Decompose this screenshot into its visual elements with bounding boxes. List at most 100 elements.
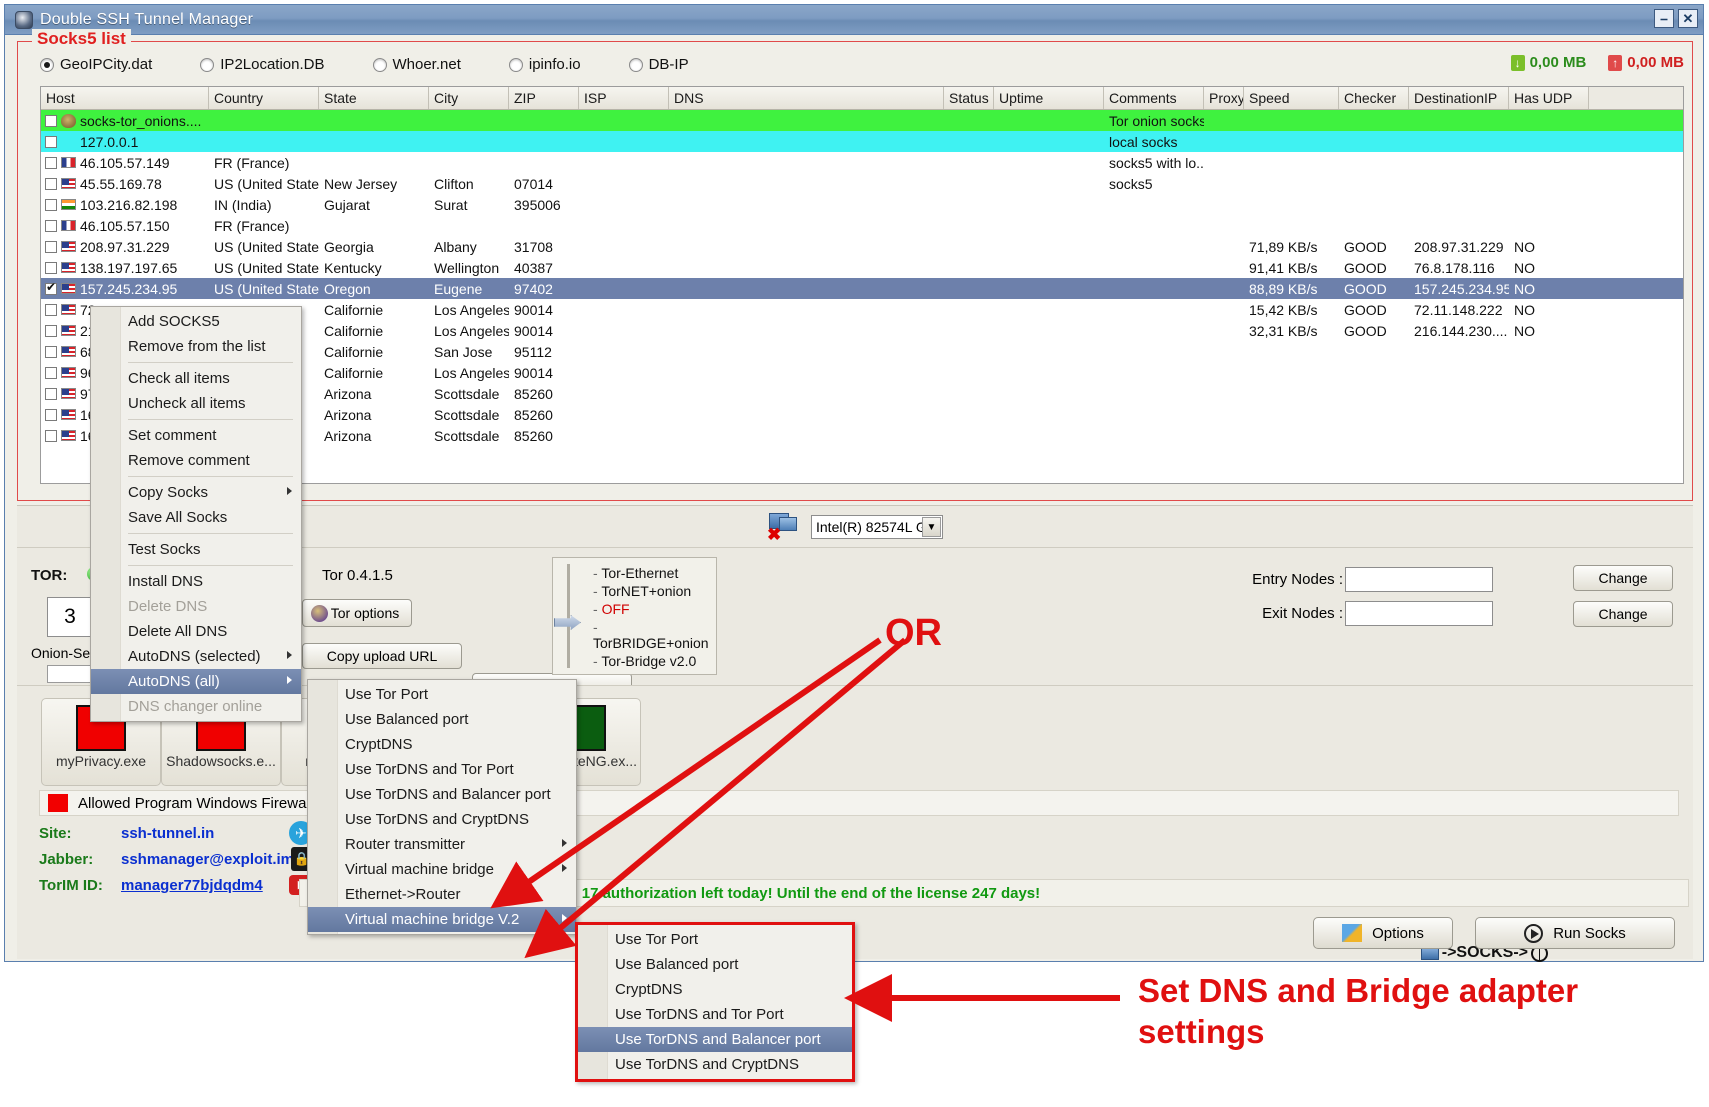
row-checkbox[interactable] [45,198,57,211]
change-exit-nodes-button[interactable]: Change [1573,601,1673,627]
row-checkbox[interactable] [45,240,57,253]
radio-ip2location[interactable]: IP2Location.DB [200,56,325,73]
column-header-status[interactable]: Status [944,87,994,109]
table-row[interactable]: 208.97.31.229 US (United States) Georgia Al… [41,236,1683,257]
menu-item-router-transmitter[interactable]: Router transmitter [308,832,576,857]
column-header-host[interactable]: Host [41,87,209,109]
menu-item-use-tordns-and-tor-port[interactable]: Use TorDNS and Tor Port [578,1002,852,1027]
column-header-destinationip[interactable]: DestinationIP [1409,87,1509,109]
menu-item-delete-all-dns[interactable]: Delete All DNS [91,619,301,644]
onion-count-field[interactable]: 3 [47,597,93,637]
run-socks-button[interactable]: Run Socks [1475,917,1675,949]
flag-icon-us [61,409,76,420]
row-checkbox[interactable] [45,387,57,400]
autodns-all-submenu[interactable]: Use Tor Port Use Balanced port CryptDNS Use… [307,679,577,935]
table-row[interactable]: 127.0.0.1 local socks [41,131,1683,152]
column-header-isp[interactable]: ISP [579,87,669,109]
row-checkbox[interactable] [45,345,57,358]
radio-whoer[interactable]: Whoer.net [372,56,461,73]
menu-item-cryptdns[interactable]: CryptDNS [308,732,576,757]
torim-link[interactable]: manager77bjdqdm4 [121,877,263,894]
menu-item-virtual-machine-bridge-v-2[interactable]: Virtual machine bridge V.2 [308,907,576,932]
column-header-country[interactable]: Country [209,87,319,109]
row-checkbox[interactable] [45,177,57,190]
column-header-comments[interactable]: Comments [1104,87,1204,109]
site-link[interactable]: ssh-tunnel.in [121,825,214,842]
table-row[interactable]: 45.55.169.78 US (United States) New Jersey… [41,173,1683,194]
radio-dbip[interactable]: DB-IP [628,56,689,73]
chevron-down-icon[interactable]: ▼ [922,516,941,537]
menu-item-use-tordns-and-tor-port[interactable]: Use TorDNS and Tor Port [308,757,576,782]
radio-ipinfo[interactable]: ipinfo.io [508,56,581,73]
tor-mode-slider[interactable]: - Tor-Ethernet - TorNET+onion - OFF - TorBR… [552,557,717,675]
socks-context-menu[interactable]: Add SOCKS5 Remove from the list Check all … [90,306,302,722]
row-checkbox[interactable] [45,429,57,442]
row-checkbox[interactable] [45,303,57,316]
table-row[interactable]: 46.105.57.149 FR (France) socks5 with lo..… [41,152,1683,173]
row-checkbox[interactable] [45,219,57,232]
menu-item-add-socks5[interactable]: Add SOCKS5 [91,309,301,334]
tor-mode-tor-ethernet[interactable]: - Tor-Ethernet [567,564,716,582]
tor-options-button[interactable]: Tor options [302,599,412,627]
radio-geoipcity[interactable]: GeoIPCity.dat [40,56,152,73]
close-button[interactable]: ✕ [1678,9,1698,28]
change-entry-nodes-button[interactable]: Change [1573,565,1673,591]
jabber-link[interactable]: sshmanager@exploit.im [121,851,294,868]
menu-item-use-tordns-and-balancer-port[interactable]: Use TorDNS and Balancer port [308,782,576,807]
column-header-state[interactable]: State [319,87,429,109]
menu-item-ethernet-router[interactable]: Ethernet->Router [308,882,576,907]
tor-mode-tor-bridge-v2-0[interactable]: - Tor-Bridge v2.0 [567,652,716,670]
menu-item-use-balanced-port[interactable]: Use Balanced port [308,707,576,732]
table-row[interactable]: 157.245.234.95 US (United States) Oregon Eu… [41,278,1683,299]
exit-nodes-input[interactable] [1345,601,1493,626]
row-checkbox[interactable] [45,324,57,337]
tor-mode-off[interactable]: - OFF [567,600,716,618]
row-checkbox[interactable] [45,156,57,169]
menu-item-autodns-all-[interactable]: AutoDNS (all) [91,669,301,694]
adapter-select[interactable]: Intel(R) 82574L G ▼ [811,514,943,539]
table-row[interactable]: 138.197.197.65 US (United States) Kentucky… [41,257,1683,278]
menu-item-virtual-machine-bridge[interactable]: Virtual machine bridge [308,857,576,882]
menu-item-cryptdns[interactable]: CryptDNS [578,977,852,1002]
menu-item-use-tordns-and-cryptdns[interactable]: Use TorDNS and CryptDNS [308,807,576,832]
menu-item-uncheck-all-items[interactable]: Uncheck all items [91,391,301,416]
menu-item-check-all-items[interactable]: Check all items [91,366,301,391]
options-button[interactable]: Options [1313,917,1453,949]
row-checkbox[interactable] [45,281,57,295]
menu-item-set-comment[interactable]: Set comment [91,423,301,448]
column-header-has-udp[interactable]: Has UDP [1509,87,1589,109]
menu-item-test-socks[interactable]: Test Socks [91,537,301,562]
row-checkbox[interactable] [45,114,57,127]
tor-mode-torbridge-onion[interactable]: - TorBRIDGE+onion [567,618,716,652]
menu-item-copy-socks[interactable]: Copy Socks [91,480,301,505]
menu-item-autodns-selected-[interactable]: AutoDNS (selected) [91,644,301,669]
row-checkbox[interactable] [45,261,57,274]
column-header-zip[interactable]: ZIP [509,87,579,109]
table-row[interactable]: socks-tor_onions.... Tor onion socks [41,110,1683,131]
column-header-uptime[interactable]: Uptime [994,87,1104,109]
menu-item-remove-from-the-list[interactable]: Remove from the list [91,334,301,359]
row-checkbox[interactable] [45,135,57,148]
entry-nodes-input[interactable] [1345,567,1493,592]
row-checkbox[interactable] [45,366,57,379]
tor-mode-tornet-onion[interactable]: - TorNET+onion [567,582,716,600]
table-row[interactable]: 103.216.82.198 IN (India) Gujarat Surat 3950… [41,194,1683,215]
column-header-checker[interactable]: Checker [1339,87,1409,109]
menu-item-use-tor-port[interactable]: Use Tor Port [308,682,576,707]
vm-bridge-v2-submenu[interactable]: Use Tor Port Use Balanced port CryptDNS Use… [575,922,855,1082]
row-checkbox[interactable] [45,408,57,421]
menu-item-use-tordns-and-balancer-port[interactable]: Use TorDNS and Balancer port [578,1027,852,1052]
copy-upload-url-button[interactable]: Copy upload URL [302,643,462,669]
minimize-button[interactable]: ⎯ [1654,9,1674,28]
menu-item-use-tor-port[interactable]: Use Tor Port [578,927,852,952]
column-header-city[interactable]: City [429,87,509,109]
menu-item-install-dns[interactable]: Install DNS [91,569,301,594]
column-header-speed[interactable]: Speed [1244,87,1339,109]
table-row[interactable]: 46.105.57.150 FR (France) [41,215,1683,236]
column-header-dns[interactable]: DNS [669,87,944,109]
menu-item-save-all-socks[interactable]: Save All Socks [91,505,301,530]
menu-item-use-tordns-and-cryptdns[interactable]: Use TorDNS and CryptDNS [578,1052,852,1077]
menu-item-remove-comment[interactable]: Remove comment [91,448,301,473]
menu-item-use-balanced-port[interactable]: Use Balanced port [578,952,852,977]
column-header-proxy[interactable]: Proxy [1204,87,1244,109]
